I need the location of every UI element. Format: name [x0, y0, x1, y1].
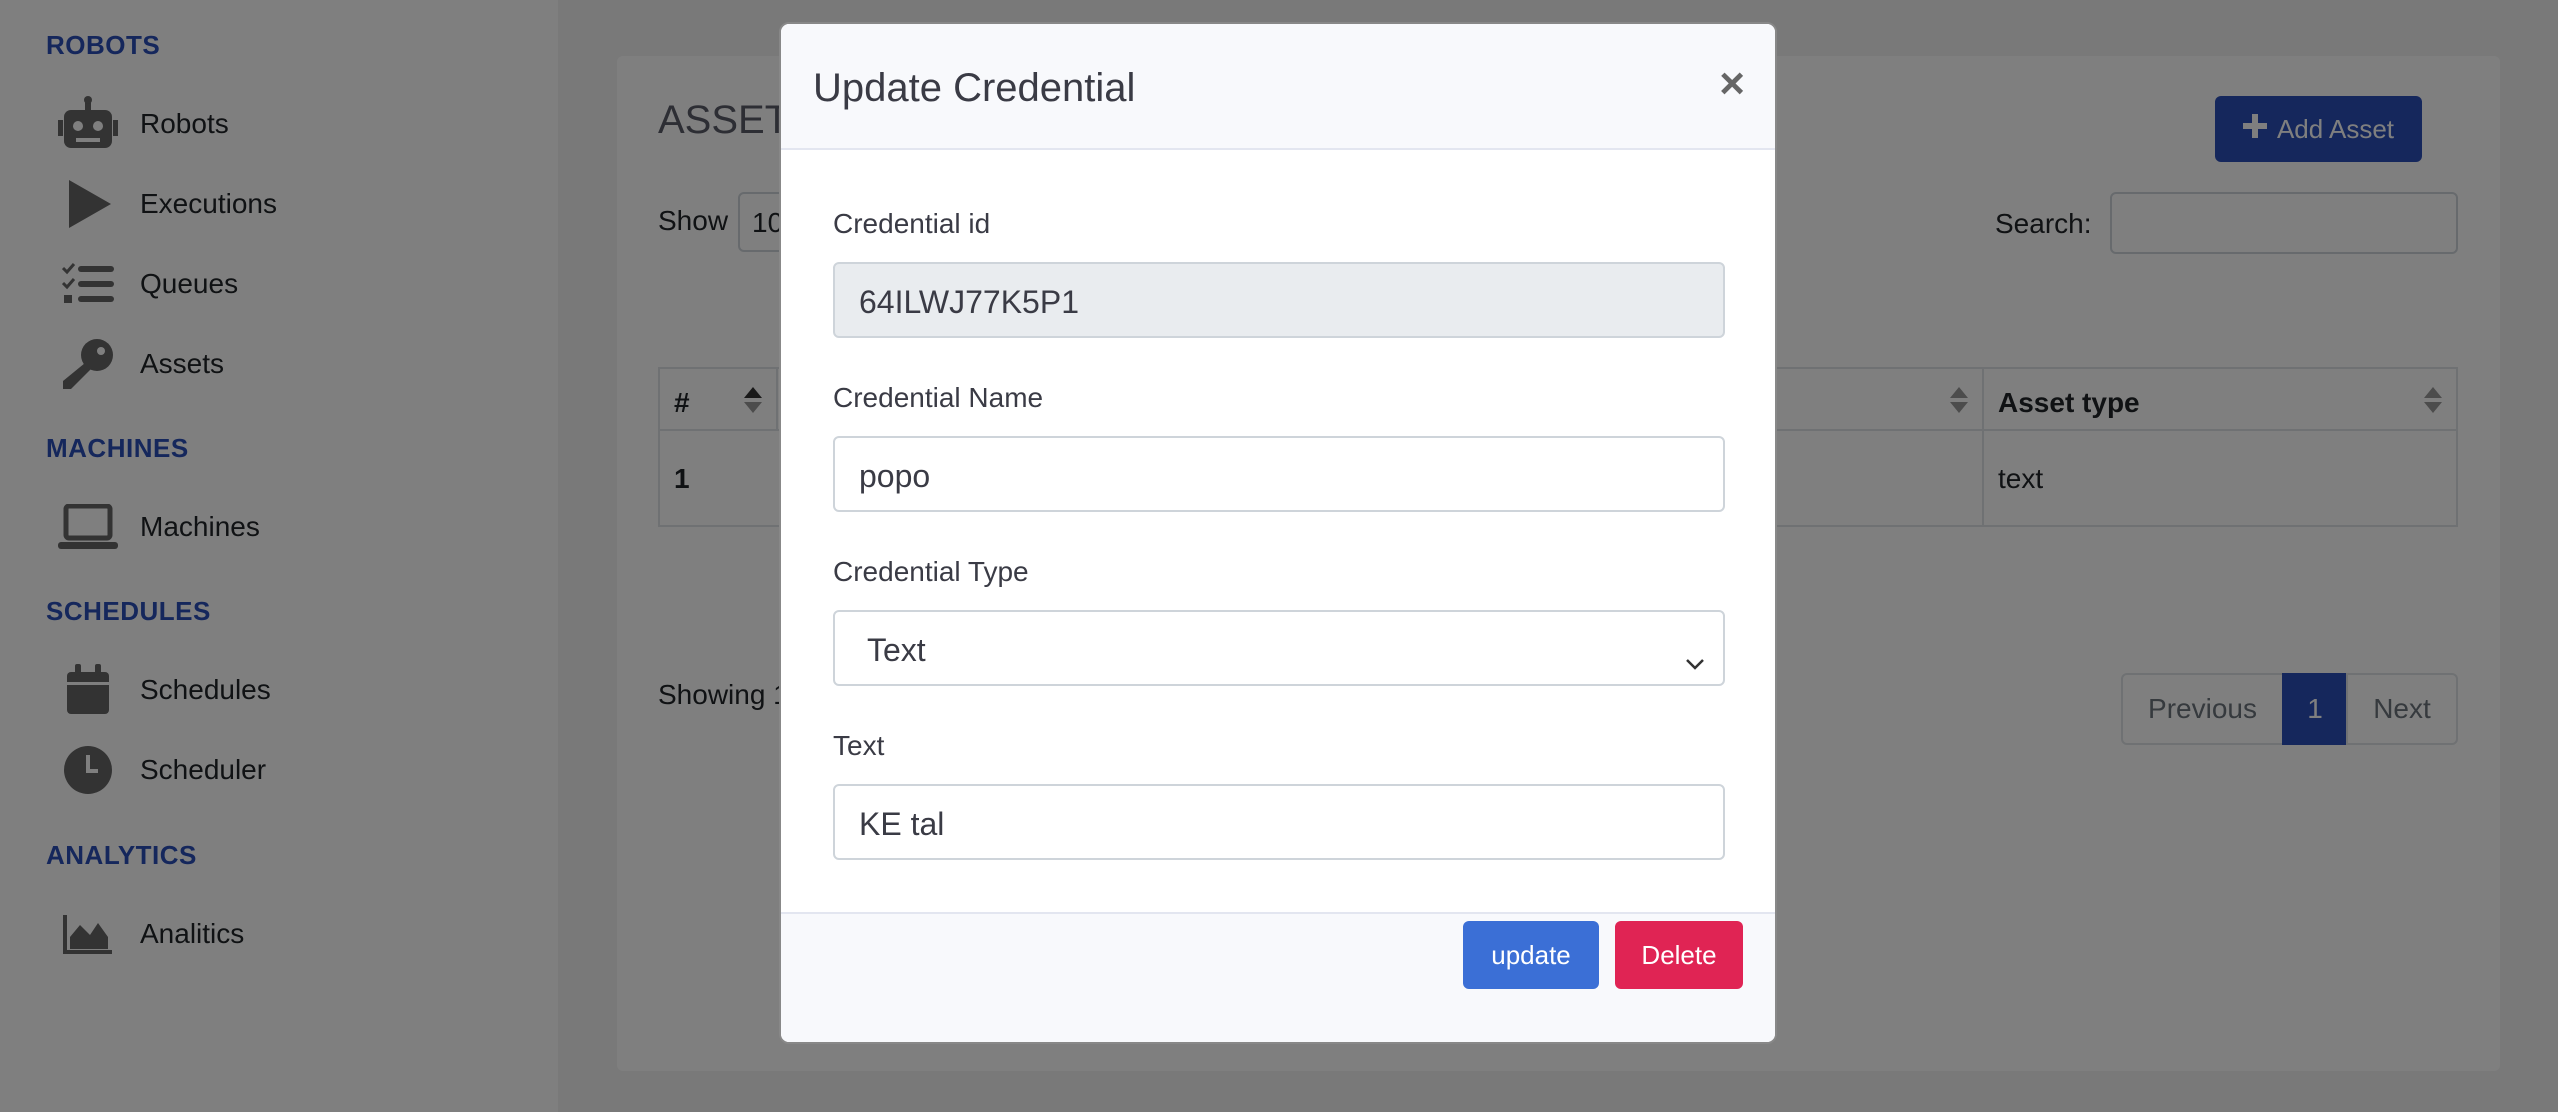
credential-id-label: Credential id	[833, 208, 991, 239]
close-icon[interactable]: ×	[1719, 62, 1745, 106]
modal-title: Update Credential	[813, 66, 1136, 110]
credential-type-select[interactable]: Text	[833, 610, 1725, 686]
modal-header: Update Credential ×	[781, 24, 1775, 150]
credential-type-value: Text	[867, 632, 926, 668]
update-button[interactable]: update	[1463, 921, 1599, 989]
credential-type-label: Credential Type	[833, 556, 1029, 587]
chevron-down-icon	[1685, 642, 1705, 679]
delete-button[interactable]: Delete	[1615, 921, 1743, 989]
credential-name-label: Credential Name	[833, 382, 1044, 413]
update-credential-modal: Update Credential × Credential id 64ILWJ…	[779, 22, 1777, 1044]
credential-name-input[interactable]: popo	[833, 436, 1725, 512]
text-input[interactable]: KE tal	[833, 784, 1725, 860]
credential-id-field: 64ILWJ77K5P1	[833, 262, 1725, 338]
text-label: Text	[833, 730, 885, 761]
